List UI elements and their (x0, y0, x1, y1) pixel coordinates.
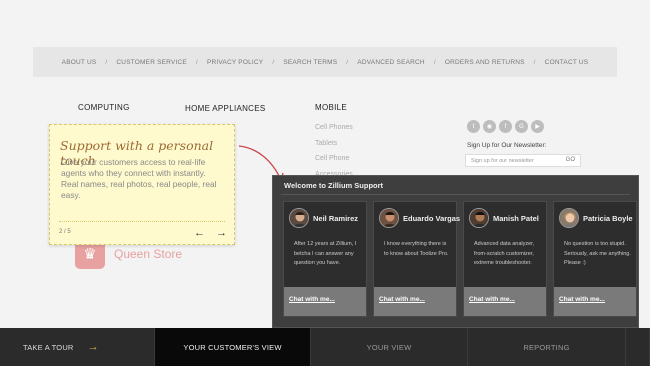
tab-your-view[interactable]: YOUR VIEW (311, 328, 468, 366)
newsletter-input[interactable]: Sign up for our newsletter GO (465, 154, 581, 167)
agent-name: Patricia Boyle (583, 214, 633, 223)
mobile-links: Cell Phones Tablets Cell Phone Accessori… (315, 120, 353, 182)
tooltip-step-counter: 2 / 5 (59, 229, 71, 235)
agent-name: Manish Patel (493, 214, 539, 223)
tab-reporting[interactable]: REPORTING (468, 328, 626, 366)
separator: / (105, 58, 108, 66)
link-cell-phone[interactable]: Cell Phone (315, 151, 353, 167)
chat-with-agent-link[interactable]: Chat with me... (374, 287, 456, 316)
agent-bio: I know everything there is to know about… (384, 241, 449, 257)
separator: / (195, 58, 198, 66)
link-cell-phones[interactable]: Cell Phones (315, 120, 353, 136)
newsletter-placeholder: Sign up for our newsletter (471, 158, 534, 164)
tab-label: TAKE A TOUR (23, 342, 74, 352)
agent-avatar (559, 208, 579, 228)
agent-name: Eduardo Vargas (403, 214, 461, 223)
agent-card: Eduardo Vargas I know everything there i… (373, 201, 461, 317)
widget-title: Welcome to Zillium Support (284, 181, 384, 190)
tour-tooltip: Support with a personal touch Give your … (49, 124, 235, 245)
footer-nav: ABOUT US / CUSTOMER SERVICE / PRIVACY POLI… (33, 47, 617, 77)
tooltip-next-button[interactable]: → (216, 227, 227, 239)
link-tablets[interactable]: Tablets (315, 136, 353, 152)
agent-bio: No question is too stupid. Seriously, as… (564, 241, 631, 266)
footer-link-customer-service[interactable]: CUSTOMER SERVICE (116, 59, 187, 66)
youtube-icon[interactable]: ▶ (531, 120, 544, 133)
widget-divider (281, 194, 630, 195)
column-heading-computing: COMPUTING (78, 103, 130, 112)
agent-card: Patricia Boyle No question is too stupid… (553, 201, 637, 317)
tab-bar-filler (626, 328, 650, 366)
agent-card: Neil Ramirez After 12 years at Zillium, … (283, 201, 367, 317)
footer-link-privacy[interactable]: PRIVACY POLICY (207, 59, 263, 66)
social-icons: t ◉ f G ▶ (467, 120, 544, 133)
tab-take-a-tour[interactable]: TAKE A TOUR → (0, 328, 155, 366)
tab-your-customers-view[interactable]: YOUR CUSTOMER'S VIEW (155, 328, 311, 366)
agent-name: Neil Ramirez (313, 214, 359, 223)
google-plus-icon[interactable]: G (515, 120, 528, 133)
footer-link-search-terms[interactable]: SEARCH TERMS (283, 59, 337, 66)
chat-with-agent-link[interactable]: Chat with me... (464, 287, 546, 316)
footer-link-contact[interactable]: CONTACT US (545, 59, 589, 66)
facebook-icon[interactable]: f (499, 120, 512, 133)
tooltip-prev-button[interactable]: ← (194, 227, 205, 239)
arrow-right-icon: → (87, 341, 99, 353)
newsletter-go-button[interactable]: GO (566, 157, 575, 163)
agent-avatar (469, 208, 489, 228)
store-name: Queen Store (114, 247, 183, 261)
twitter-icon[interactable]: t (467, 120, 480, 133)
footer-link-advanced-search[interactable]: ADVANCED SEARCH (357, 59, 425, 66)
tooltip-body: Give your customers access to real-life … (61, 157, 217, 200)
rss-icon[interactable]: ◉ (483, 120, 496, 133)
separator: / (433, 58, 436, 66)
chat-with-agent-link[interactable]: Chat with me... (284, 287, 366, 316)
separator: / (533, 58, 536, 66)
agent-avatar (379, 208, 399, 228)
separator: / (272, 58, 275, 66)
column-heading-home-appliances: HOME APPLIANCES (185, 104, 266, 113)
agent-card: Manish Patel Advanced data analyzer, fro… (463, 201, 547, 317)
agent-bio: After 12 years at Zillium, I betcha I ca… (294, 241, 357, 266)
support-widget: Welcome to Zillium Support Neil Ramirez … (272, 175, 639, 328)
separator: / (346, 58, 349, 66)
agent-avatar (289, 208, 309, 228)
chat-with-agent-link[interactable]: Chat with me... (554, 287, 636, 316)
bottom-tab-bar: TAKE A TOUR → YOUR CUSTOMER'S VIEW YOUR … (0, 328, 650, 366)
footer-link-about[interactable]: ABOUT US (62, 59, 97, 66)
column-heading-mobile: MOBILE (315, 103, 348, 112)
newsletter-label: Sign Up for Our Newsletter: (467, 142, 547, 149)
agent-bio: Advanced data analyzer, from-scratch cus… (474, 241, 535, 266)
tooltip-divider (59, 221, 225, 222)
footer-link-orders[interactable]: ORDERS AND RETURNS (445, 59, 525, 66)
